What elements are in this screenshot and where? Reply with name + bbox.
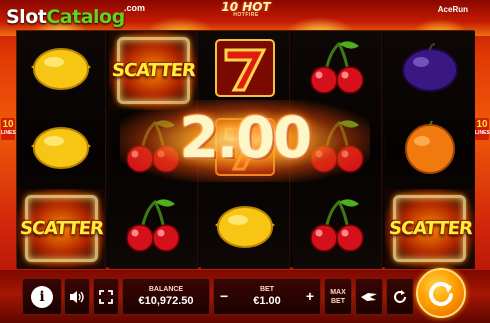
reel-symbol-scatter: SCATTER [385,189,475,268]
reel-symbol-cherry [109,189,197,268]
lemon-icon [30,43,92,98]
reel-1: SCATTER [17,31,106,269]
bet-increase-button[interactable]: + [306,288,314,304]
reel-symbol-plum [385,31,475,110]
reel-symbol-lemon [17,31,105,110]
lines-count: 10 [476,119,488,130]
sound-button[interactable] [64,278,90,315]
max-bet-button[interactable]: MAX BET [324,278,352,315]
game-subtitle: HOTFIRE [233,12,259,18]
reel-symbol-scatter: SCATTER [17,189,105,268]
reel-symbol-orange [385,110,475,189]
autoplay-icon [394,289,406,303]
max-bet-label-1: MAX [330,288,346,296]
balance-value: €10,972.50 [138,295,194,307]
lemon-icon [214,201,276,256]
reel-symbol-cherry [293,189,381,268]
spin-button[interactable] [416,268,466,318]
lines-label: LINES [1,130,16,136]
reel-symbol-lemon [201,189,289,268]
max-bet-label-2: BET [331,297,345,305]
plum-icon [399,42,461,99]
lines-indicator-left: 10 LINES [1,118,16,140]
cherry-icon [121,196,185,261]
bet-decrease-button[interactable]: − [220,288,228,304]
seven-icon [214,38,276,103]
bet-value: €1.00 [253,295,281,307]
lemon-icon [30,122,92,177]
info-icon: i [31,285,53,308]
balance-label: BALANCE [148,286,184,293]
reel-5: SCATTER [385,31,475,269]
watermark-catalog: Catalog [46,6,125,28]
balance-display: BALANCE €10,972.50 [122,278,210,315]
watermark-slot: Slot [6,6,47,28]
spin-icon [429,282,453,307]
fullscreen-button[interactable] [93,278,119,315]
orange-icon [399,119,461,180]
reel-symbol-scatter: SCATTER [109,31,197,110]
fullscreen-icon [99,289,113,304]
lines-indicator-right: 10 LINES [475,118,490,140]
turbo-button[interactable] [355,278,383,315]
cherry-icon [305,196,369,261]
autoplay-button[interactable] [386,278,414,315]
game-logo: 10 HOT HOTFIRE [198,0,294,18]
lines-label: LINES [475,130,490,136]
bet-label: BET [260,286,274,293]
reel-symbol-cherry [293,31,381,110]
turbo-wing-icon [361,292,377,301]
reel-symbol-seven [201,31,289,110]
scatter-label: SCATTER [18,218,104,239]
win-amount: 2.00 [179,106,312,171]
reel-symbol-lemon [17,110,105,189]
scatter-label: SCATTER [387,218,473,239]
info-button[interactable]: i [22,278,62,315]
bet-control: − BET €1.00 + [213,278,321,315]
speaker-icon [70,290,84,303]
scatter-label: SCATTER [110,60,196,81]
lines-count: 10 [2,119,14,130]
cherry-icon [305,38,369,103]
provider-logo: AceRun [437,5,468,14]
watermark-com: .com [124,3,146,13]
